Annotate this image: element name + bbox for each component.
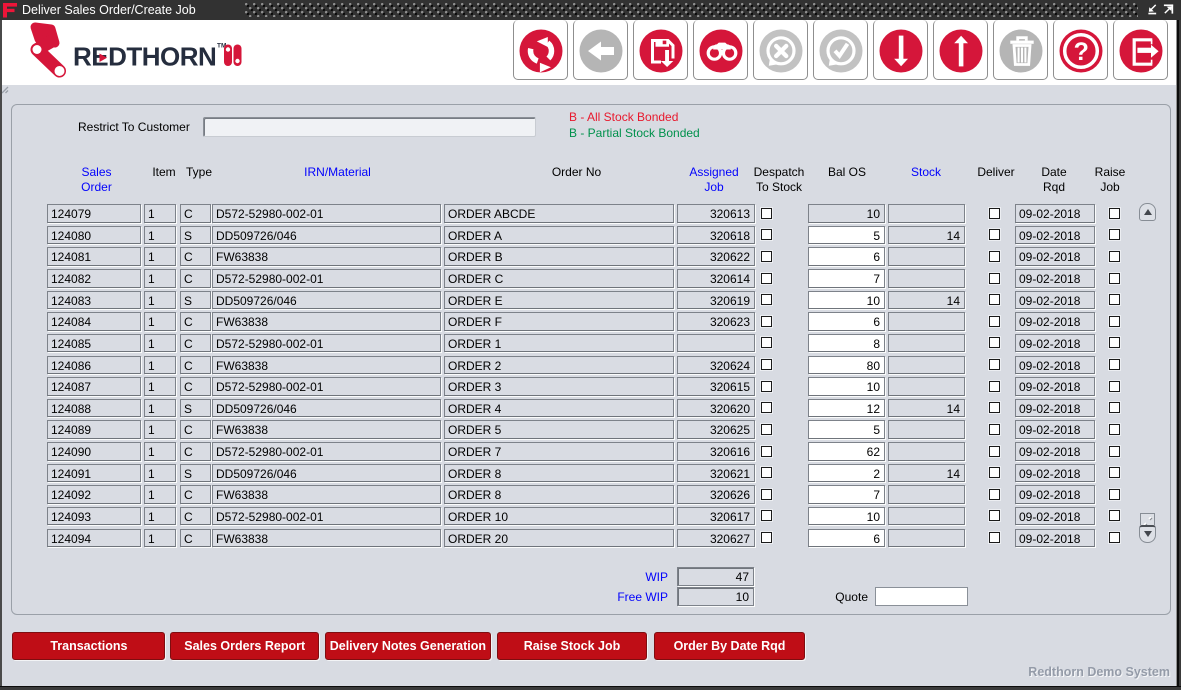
svg-text:?: ?	[1074, 38, 1089, 66]
svg-text:REDTHORN: REDTHORN	[73, 42, 216, 72]
